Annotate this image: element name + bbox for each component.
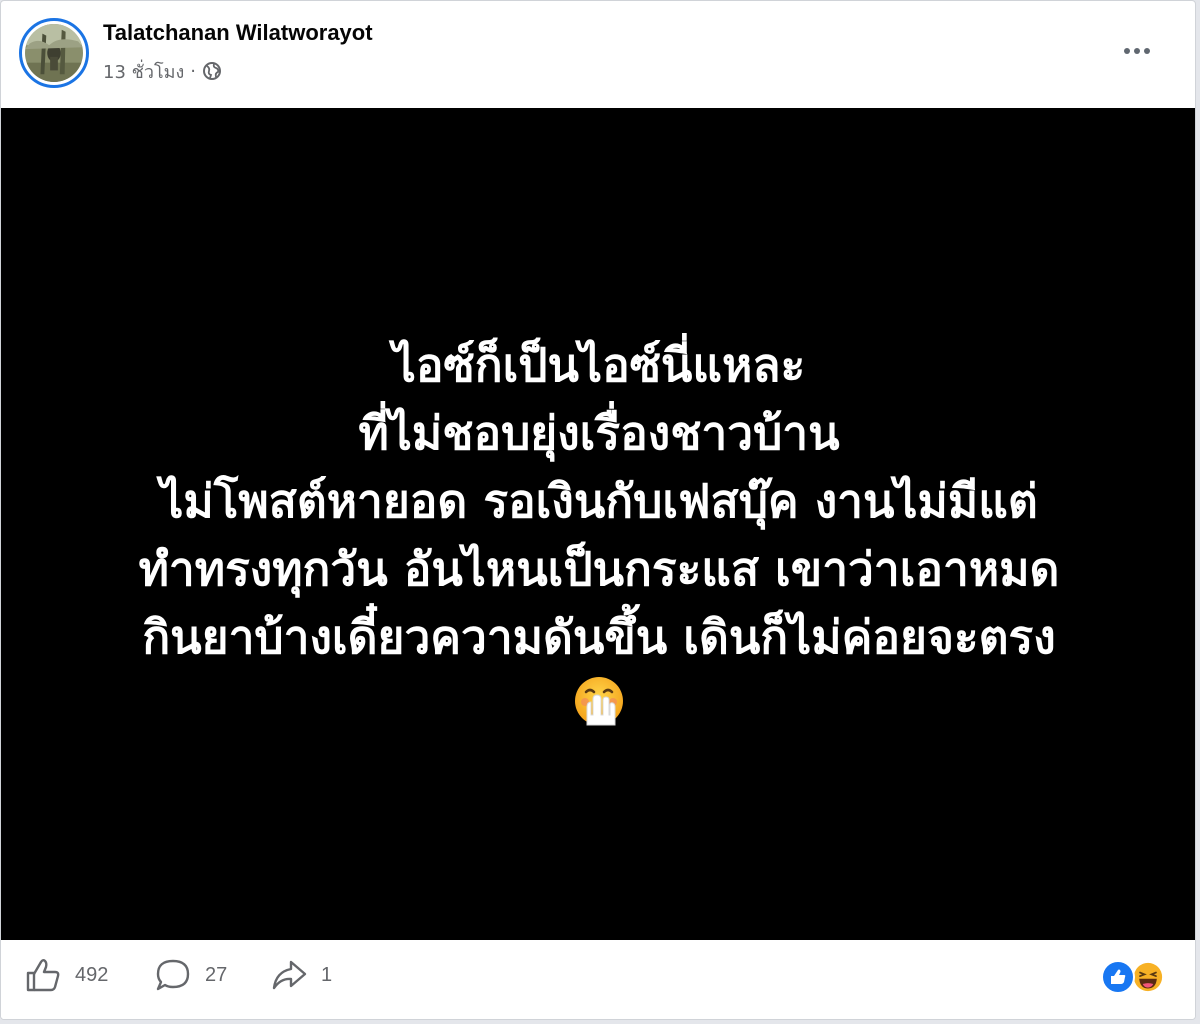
likes-count: 492 (75, 963, 109, 986)
post-text-line: ทำทรงทุกวัน อันไหนเป็นกระแส เขาว่าเอาหมด (138, 542, 1060, 596)
shares-count: 1 (321, 963, 333, 986)
post-text-line: ไม่โพสต์หายอด รอเงินกับเฟสบุ๊ค งานไม่มีแ… (160, 474, 1038, 528)
post-content[interactable]: ไอซ์ก็เป็นไอซ์นี่แหละ ที่ไม่ชอบยุ่งเรื่อ… (1, 108, 1195, 940)
post-text-line: ไอซ์ก็เป็นไอซ์นี่แหละ (392, 338, 806, 392)
share-icon (272, 960, 307, 990)
like-reaction-icon (1101, 960, 1135, 994)
more-options-button[interactable] (1115, 31, 1159, 71)
comments-count: 27 (205, 963, 228, 986)
like-button[interactable]: 492 (25, 958, 108, 992)
author-avatar[interactable] (19, 18, 89, 88)
haha-reaction-icon (1131, 960, 1165, 994)
globe-icon[interactable] (202, 61, 222, 81)
comment-icon (156, 959, 190, 991)
post-text: ไอซ์ก็เป็นไอซ์นี่แหละ ที่ไม่ชอบยุ่งเรื่อ… (139, 331, 1060, 671)
post-timestamp[interactable]: 13 ชั่วโมง (103, 57, 184, 86)
post-footer: 492 27 1 (1, 940, 1195, 1019)
more-options-icon (1124, 48, 1130, 54)
post-meta: 13 ชั่วโมง · (103, 59, 222, 83)
post-header: Talatchanan Wilatworayot 13 ชั่วโมง · (1, 1, 1195, 108)
post-text-line: กินยาบ้างเดี๋ยวความดันขึ้น เดินก็ไม่ค่อย… (142, 610, 1056, 664)
post-card: Talatchanan Wilatworayot 13 ชั่วโมง · ไอ… (0, 0, 1196, 1020)
meta-separator: · (190, 60, 197, 82)
share-button[interactable]: 1 (271, 958, 332, 992)
author-name[interactable]: Talatchanan Wilatworayot (103, 20, 373, 46)
reactions-summary[interactable] (1101, 960, 1167, 994)
face-with-hand-over-mouth-emoji (575, 677, 623, 726)
thumbs-up-icon (26, 959, 60, 992)
avatar-image (25, 24, 83, 82)
comment-button[interactable]: 27 (155, 958, 227, 992)
post-text-line: ที่ไม่ชอบยุ่งเรื่องชาวบ้าน (358, 406, 840, 460)
